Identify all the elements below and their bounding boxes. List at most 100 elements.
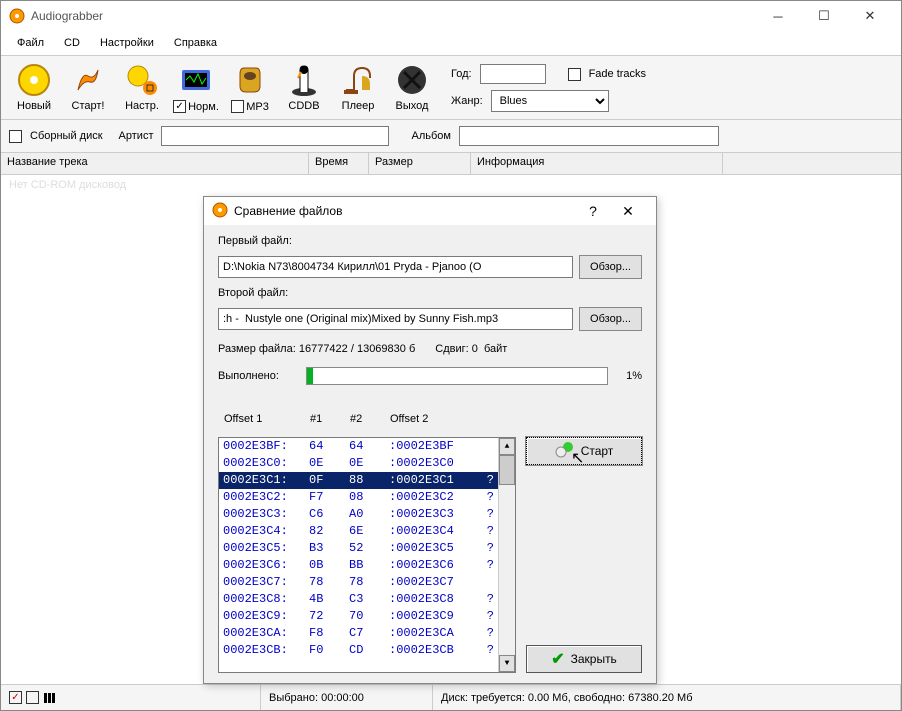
- toolbar: НовыйСтарт!Настр.Норм.MP3CDDBПлеерВыход …: [1, 55, 901, 120]
- genre-select[interactable]: Blues: [491, 90, 609, 112]
- no-cd-text: Нет CD-ROM дисковод: [1, 175, 901, 195]
- compare-row[interactable]: 0002E3C1:0F88:0002E3C1?: [219, 472, 498, 489]
- compare-row[interactable]: 0002E3C7:7878:0002E3C7: [219, 574, 498, 591]
- status-check-2[interactable]: [26, 691, 39, 704]
- bytes-label: байт: [484, 343, 507, 355]
- toolbar-player-button[interactable]: Плеер: [331, 60, 385, 115]
- col-track[interactable]: Название трека: [1, 153, 309, 174]
- mp3-icon: [232, 62, 268, 98]
- done-label: Выполнено:: [218, 370, 296, 382]
- hdr-v2: #2: [350, 413, 390, 425]
- shift-label: Сдвиг:: [435, 343, 468, 355]
- toolbar-mp3-checkbox[interactable]: [231, 100, 244, 113]
- album-input[interactable]: [459, 126, 719, 146]
- scroll-thumb[interactable]: [499, 455, 515, 485]
- close-button[interactable]: ✕: [847, 2, 893, 30]
- toolbar-settings-label: Настр.: [125, 100, 159, 112]
- file2-browse-button[interactable]: Обзор...: [579, 307, 642, 331]
- levels-icon[interactable]: [43, 691, 56, 704]
- compare-row[interactable]: 0002E3C9:7270:0002E3C9?: [219, 608, 498, 625]
- fade-tracks-checkbox[interactable]: [568, 68, 581, 81]
- shift-value: 0: [472, 343, 478, 355]
- percent-value: 1%: [618, 370, 642, 382]
- compare-row[interactable]: 0002E3C0:0E0E:0002E3C0: [219, 455, 498, 472]
- compilation-label: Сборный диск: [30, 130, 103, 142]
- compare-row[interactable]: 0002E3C6:0BBB:0002E3C6?: [219, 557, 498, 574]
- norm-icon: [178, 62, 214, 98]
- col-info[interactable]: Информация: [471, 153, 723, 174]
- app-icon: [9, 8, 25, 24]
- file1-browse-button[interactable]: Обзор...: [579, 255, 642, 279]
- main-window: Audiograbber ─ ☐ ✕ ФайлCDНастройкиСправк…: [0, 0, 902, 711]
- fade-tracks-label: Fade tracks: [589, 68, 646, 80]
- menu-справка[interactable]: Справка: [166, 35, 225, 51]
- dialog-close-button[interactable]: ✕: [608, 198, 648, 224]
- toolbar-new-label: Новый: [17, 100, 51, 112]
- toolbar-start-button[interactable]: Старт!: [61, 60, 115, 115]
- compare-row[interactable]: 0002E3CA:F8C7:0002E3CA?: [219, 625, 498, 642]
- file1-input[interactable]: [218, 256, 573, 278]
- cddb-icon: [286, 62, 322, 98]
- compare-row[interactable]: 0002E3C8:4BC3:0002E3C8?: [219, 591, 498, 608]
- titlebar: Audiograbber ─ ☐ ✕: [1, 1, 901, 31]
- status-check-1[interactable]: [9, 691, 22, 704]
- compare-row[interactable]: 0002E3C4:826E:0002E3C4?: [219, 523, 498, 540]
- dialog-help-button[interactable]: ?: [578, 198, 608, 224]
- toolbar-cddb-label: CDDB: [288, 100, 319, 112]
- new-icon: [16, 62, 52, 98]
- col-size[interactable]: Размер: [369, 153, 471, 174]
- toolbar-norm-checkbox[interactable]: [173, 100, 186, 113]
- start-button[interactable]: Старт ↖: [526, 437, 642, 465]
- year-input[interactable]: [480, 64, 546, 84]
- compare-row[interactable]: 0002E3BF:6464:0002E3BF: [219, 438, 498, 455]
- artist-input[interactable]: [161, 126, 389, 146]
- track-list-header: Название трека Время Размер Информация: [1, 153, 901, 175]
- hdr-offset2: Offset 2: [390, 413, 428, 425]
- toolbar-exit-label: Выход: [396, 100, 429, 112]
- player-icon: [340, 62, 376, 98]
- menu-настройки[interactable]: Настройки: [92, 35, 162, 51]
- compare-scrollbar[interactable]: ▲ ▼: [498, 438, 515, 672]
- progress-bar: [306, 367, 608, 385]
- toolbar-mp3-button[interactable]: MP3: [223, 60, 277, 115]
- statusbar: Выбрано: 00:00:00 Диск: требуется: 0.00 …: [1, 684, 901, 710]
- close-dialog-button[interactable]: ✔ Закрыть: [526, 645, 642, 673]
- compare-row[interactable]: 0002E3C2:F708:0002E3C2?: [219, 489, 498, 506]
- filesize-label: Размер файла:: [218, 343, 296, 355]
- compilation-checkbox[interactable]: [9, 130, 22, 143]
- minimize-button[interactable]: ─: [755, 2, 801, 30]
- compare-row[interactable]: 0002E3CB:F0CD:0002E3CB?: [219, 642, 498, 659]
- col-time[interactable]: Время: [309, 153, 369, 174]
- check-icon: ✔: [551, 649, 564, 669]
- hdr-offset1: Offset 1: [224, 413, 310, 425]
- genre-label: Жанр:: [451, 95, 483, 107]
- album-label: Альбом: [411, 130, 450, 142]
- menu-cd[interactable]: CD: [56, 35, 88, 51]
- start-icon: [70, 62, 106, 98]
- compare-row[interactable]: 0002E3C3:C6A0:0002E3C3?: [219, 506, 498, 523]
- toolbar-player-label: Плеер: [342, 100, 375, 112]
- start-icon: [555, 442, 575, 461]
- compare-files-dialog: Сравнение файлов ? ✕ Первый файл: Обзор.…: [203, 196, 657, 684]
- menu-файл[interactable]: Файл: [9, 35, 52, 51]
- toolbar-exit-button[interactable]: Выход: [385, 60, 439, 115]
- hdr-v1: #1: [310, 413, 350, 425]
- toolbar-new-button[interactable]: Новый: [7, 60, 61, 115]
- compare-row[interactable]: 0002E3C5:B352:0002E3C5?: [219, 540, 498, 557]
- file2-input[interactable]: [218, 308, 573, 330]
- disc-info-row: Сборный диск Артист Альбом: [1, 120, 901, 153]
- selected-label: Выбрано:: [269, 692, 318, 704]
- dialog-icon: [212, 202, 228, 221]
- scroll-down-button[interactable]: ▼: [499, 655, 515, 672]
- compare-list[interactable]: 0002E3BF:6464:0002E3BF0002E3C0:0E0E:0002…: [218, 437, 516, 673]
- file2-label: Второй файл:: [218, 287, 642, 299]
- toolbar-norm-button[interactable]: Норм.: [169, 60, 223, 115]
- maximize-button[interactable]: ☐: [801, 2, 847, 30]
- toolbar-start-label: Старт!: [72, 100, 105, 112]
- toolbar-settings-button[interactable]: Настр.: [115, 60, 169, 115]
- selected-value: 00:00:00: [321, 692, 364, 704]
- artist-label: Артист: [119, 130, 154, 142]
- toolbar-cddb-button[interactable]: CDDB: [277, 60, 331, 115]
- start-label: Старт: [581, 444, 614, 458]
- scroll-up-button[interactable]: ▲: [499, 438, 515, 455]
